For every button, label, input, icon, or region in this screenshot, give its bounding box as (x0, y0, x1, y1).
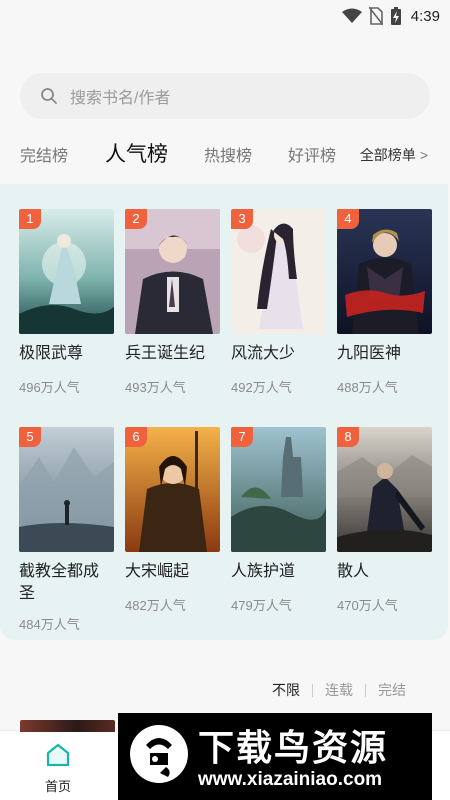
rank-badge: 6 (125, 427, 147, 447)
rank-badge: 3 (231, 209, 253, 229)
book-cover[interactable]: 2 (125, 209, 220, 334)
book-title[interactable]: 九阳医神 (337, 343, 432, 365)
book-title[interactable]: 兵王诞生纪 (125, 343, 220, 365)
book-title[interactable]: 极限武尊 (19, 343, 114, 365)
book-cover-peek (20, 720, 115, 732)
book-cover[interactable]: 6 (125, 427, 220, 552)
all-lists-label: 全部榜单 (359, 147, 416, 163)
book-cover[interactable]: 4 (337, 209, 432, 334)
book-title[interactable]: 风流大少 (231, 343, 326, 365)
home-icon (46, 743, 70, 767)
book-card[interactable]: 6 大宋崛起 482万人气 (125, 427, 220, 614)
ranking-panel: 1 极限武尊 496万人气 2 兵王诞生纪 493万人气 3 风流大少 492万… (0, 184, 448, 640)
book-title[interactable]: 散人 (337, 561, 432, 583)
status-filter: 不限 连载 完结 (272, 680, 406, 700)
ranking-tabs: 完结榜 人气榜 热搜榜 好评榜 全部榜单 > (0, 138, 450, 174)
book-cover[interactable]: 1 (19, 209, 114, 334)
book-cover[interactable]: 7 (231, 427, 326, 552)
book-cover[interactable]: 8 (337, 427, 432, 552)
wifi-icon (341, 8, 362, 23)
book-popularity: 479万人气 (231, 598, 292, 613)
book-card[interactable]: 4 九阳医神 488万人气 (337, 209, 432, 396)
status-bar: 4:39 (0, 0, 450, 32)
tab-hot-search[interactable]: 热搜榜 (204, 142, 252, 166)
book-popularity: 488万人气 (337, 380, 398, 395)
filter-all[interactable]: 不限 (272, 680, 300, 700)
nav-home[interactable]: 首页 (38, 741, 78, 795)
rank-badge: 8 (337, 427, 359, 447)
book-popularity: 470万人气 (337, 598, 398, 613)
book-title[interactable]: 人族护道 (231, 561, 326, 583)
tab-good-review[interactable]: 好评榜 (288, 142, 336, 166)
book-title[interactable]: 截教全都成圣 (19, 561, 114, 605)
search-icon (41, 88, 57, 104)
book-card[interactable]: 2 兵王诞生纪 493万人气 (125, 209, 220, 396)
book-popularity: 482万人气 (125, 598, 186, 613)
filter-completed[interactable]: 完结 (378, 680, 406, 700)
book-popularity: 496万人气 (19, 380, 80, 395)
book-card[interactable]: 1 极限武尊 496万人气 (19, 209, 114, 396)
tab-completed[interactable]: 完结榜 (20, 142, 68, 166)
clock: 4:39 (410, 7, 440, 25)
rank-badge: 1 (19, 209, 41, 229)
book-popularity: 492万人气 (231, 380, 292, 395)
rank-badge: 2 (125, 209, 147, 229)
nav-home-label: 首页 (44, 779, 71, 794)
book-card[interactable]: 5 截教全都成圣 484万人气 (19, 427, 114, 633)
book-popularity: 493万人气 (125, 380, 186, 395)
book-cover[interactable]: 5 (19, 427, 114, 552)
divider (312, 683, 313, 697)
rank-badge: 4 (337, 209, 359, 229)
rank-badge: 5 (19, 427, 41, 447)
book-card[interactable]: 8 散人 470万人气 (337, 427, 432, 614)
chevron-right-icon: > (419, 147, 428, 163)
watermark-text: 下载鸟资源 (198, 727, 389, 768)
rank-badge: 7 (231, 427, 253, 447)
search-input[interactable]: 搜索书名/作者 (20, 73, 430, 119)
watermark: 下载鸟资源 www.xiazainiao.com (118, 713, 432, 800)
filter-serializing[interactable]: 连载 (325, 680, 353, 700)
book-title[interactable]: 大宋崛起 (125, 561, 220, 583)
all-lists-link[interactable]: 全部榜单 > (360, 145, 428, 165)
book-cover[interactable]: 3 (231, 209, 326, 334)
bird-logo-icon (130, 725, 188, 783)
book-popularity: 484万人气 (19, 617, 80, 632)
book-card[interactable]: 3 风流大少 492万人气 (231, 209, 326, 396)
book-card[interactable]: 7 人族护道 479万人气 (231, 427, 326, 614)
watermark-url: www.xiazainiao.com (198, 769, 383, 790)
battery-charging-icon (390, 7, 401, 25)
divider (365, 683, 366, 697)
tab-popularity[interactable]: 人气榜 (105, 138, 168, 168)
no-sim-icon (368, 7, 383, 25)
search-placeholder: 搜索书名/作者 (70, 90, 171, 107)
